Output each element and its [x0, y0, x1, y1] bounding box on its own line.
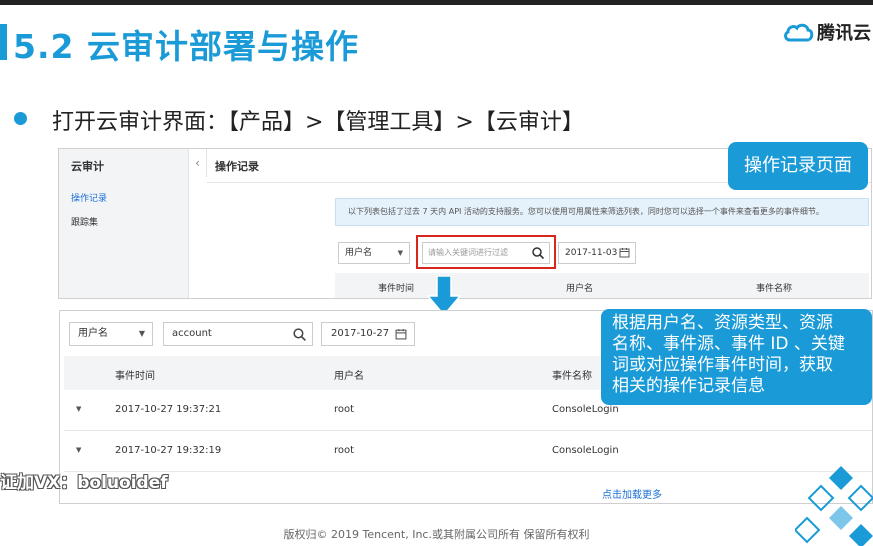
bullet-dot — [14, 112, 27, 125]
search-value: account — [172, 328, 212, 339]
date-picker[interactable]: 2017-11-03 — [558, 242, 636, 264]
column-header-user: 用户名 — [334, 371, 364, 382]
cell-user: root — [334, 445, 355, 456]
tencent-cloud-logo: 腾讯云 — [782, 18, 873, 46]
caret-down-icon: ▼ — [138, 329, 145, 338]
filter-select-value: 用户名 — [78, 328, 108, 339]
info-banner: 以下列表包括了过去 7 天内 API 活动的支持服务。您可以使用可用属性来筛选列… — [335, 198, 869, 226]
cell-time: 2017-10-27 19:32:19 — [115, 445, 222, 456]
filter-select[interactable]: 用户名 ▼ — [69, 322, 153, 346]
chevron-left-icon[interactable]: ‹ — [189, 149, 207, 177]
callout-line: 名称、事件源、事件 ID 、关键 — [612, 334, 845, 354]
search-input[interactable]: account — [163, 322, 313, 346]
cell-event: ConsoleLogin — [552, 445, 619, 456]
column-header-user: 用户名 — [566, 284, 594, 294]
search-icon[interactable] — [292, 327, 307, 342]
column-header-event: 事件名称 — [756, 284, 793, 294]
search-input[interactable]: 请输入关键词进行过滤 — [422, 242, 550, 264]
sidebar-title: 云审计 — [71, 160, 104, 173]
title-bookmark — [0, 24, 7, 60]
slide: 5.2 云审计部署与操作 腾讯云 打开云审计界面：【产品】>【管理工具】>【云审… — [0, 0, 873, 546]
filter-select[interactable]: 用户名 ▼ — [338, 242, 410, 264]
column-header-time: 事件时间 — [115, 371, 155, 382]
watermark: 证加VX：boluoidef — [0, 473, 168, 493]
sidebar-item-operation-records[interactable]: 操作记录 — [71, 191, 107, 204]
callout-page-label: 操作记录页面 — [728, 142, 868, 190]
sidebar: 云审计 操作记录 跟踪集 — [59, 149, 189, 298]
search-icon[interactable] — [531, 246, 545, 260]
top-bar — [0, 0, 873, 5]
copyright-footer: 版权归© 2019 Tencent, Inc.或其附属公司所有 保留所有权利 — [283, 528, 590, 541]
filter-select-value: 用户名 — [345, 248, 373, 258]
table-row[interactable]: ▼ 2017-10-27 19:32:19 root ConsoleLogin — [64, 431, 872, 472]
expand-caret-icon[interactable]: ▼ — [76, 405, 81, 413]
slide-title: 5.2 云审计部署与操作 — [13, 27, 359, 66]
date-value: 2017-10-27 — [331, 328, 390, 339]
cell-time: 2017-10-27 19:37:21 — [115, 404, 222, 415]
column-header-event: 事件名称 — [552, 371, 592, 382]
load-more-link[interactable]: 点击加载更多 — [602, 486, 662, 501]
cell-user: root — [334, 404, 355, 415]
date-picker[interactable]: 2017-10-27 — [321, 322, 415, 346]
decorative-diamonds — [795, 466, 873, 546]
cell-event: ConsoleLogin — [552, 404, 619, 415]
callout-description: 根据用户名、资源类型、资源 名称、事件源、事件 ID 、关键 词或对应操作事件时… — [601, 309, 872, 405]
column-header-time: 事件时间 — [378, 284, 415, 294]
page-title: 操作记录 — [215, 160, 259, 173]
date-value: 2017-11-03 — [565, 248, 618, 258]
expand-caret-icon[interactable]: ▼ — [76, 446, 81, 454]
sidebar-item-tracking-sets[interactable]: 跟踪集 — [71, 215, 98, 228]
callout-line: 根据用户名、资源类型、资源 — [612, 313, 833, 333]
caret-down-icon: ▼ — [397, 249, 403, 257]
cloud-logo-icon — [784, 23, 814, 42]
callout-line: 词或对应操作事件时间，获取 — [612, 355, 833, 375]
logo-text: 腾讯云 — [817, 23, 871, 44]
calendar-icon — [395, 329, 407, 340]
calendar-icon — [619, 248, 630, 258]
search-placeholder: 请输入关键词进行过滤 — [428, 248, 508, 257]
table-header: 事件时间 用户名 事件名称 — [335, 273, 869, 298]
bullet-text: 打开云审计界面：【产品】>【管理工具】>【云审计】 — [52, 110, 584, 135]
callout-line: 相关的操作记录信息 — [612, 376, 765, 396]
